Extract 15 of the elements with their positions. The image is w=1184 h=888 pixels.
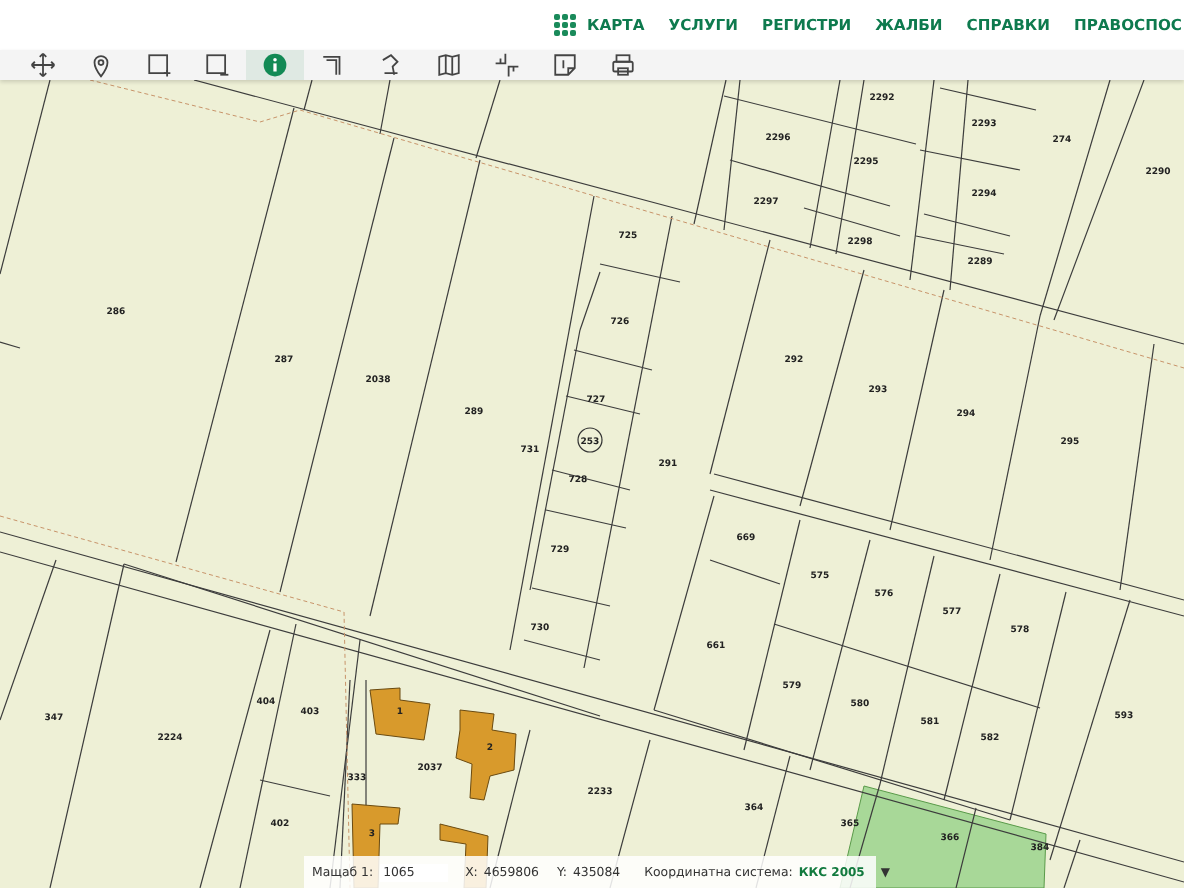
angle-icon <box>320 52 346 78</box>
apps-grid-icon[interactable] <box>553 14 575 36</box>
map-pin-icon <box>88 52 114 78</box>
info-tool-button[interactable] <box>246 50 304 80</box>
move-icon <box>30 52 56 78</box>
survey-point-circle <box>577 427 603 453</box>
polygon-icon <box>378 52 404 78</box>
building-shape <box>369 687 431 741</box>
building-shape <box>455 709 517 801</box>
square-plus-icon <box>146 52 172 78</box>
map-icon <box>436 52 462 78</box>
printer-icon <box>610 52 636 78</box>
info-icon <box>262 52 288 78</box>
square-minus-icon <box>204 52 230 78</box>
note-icon <box>552 52 578 78</box>
